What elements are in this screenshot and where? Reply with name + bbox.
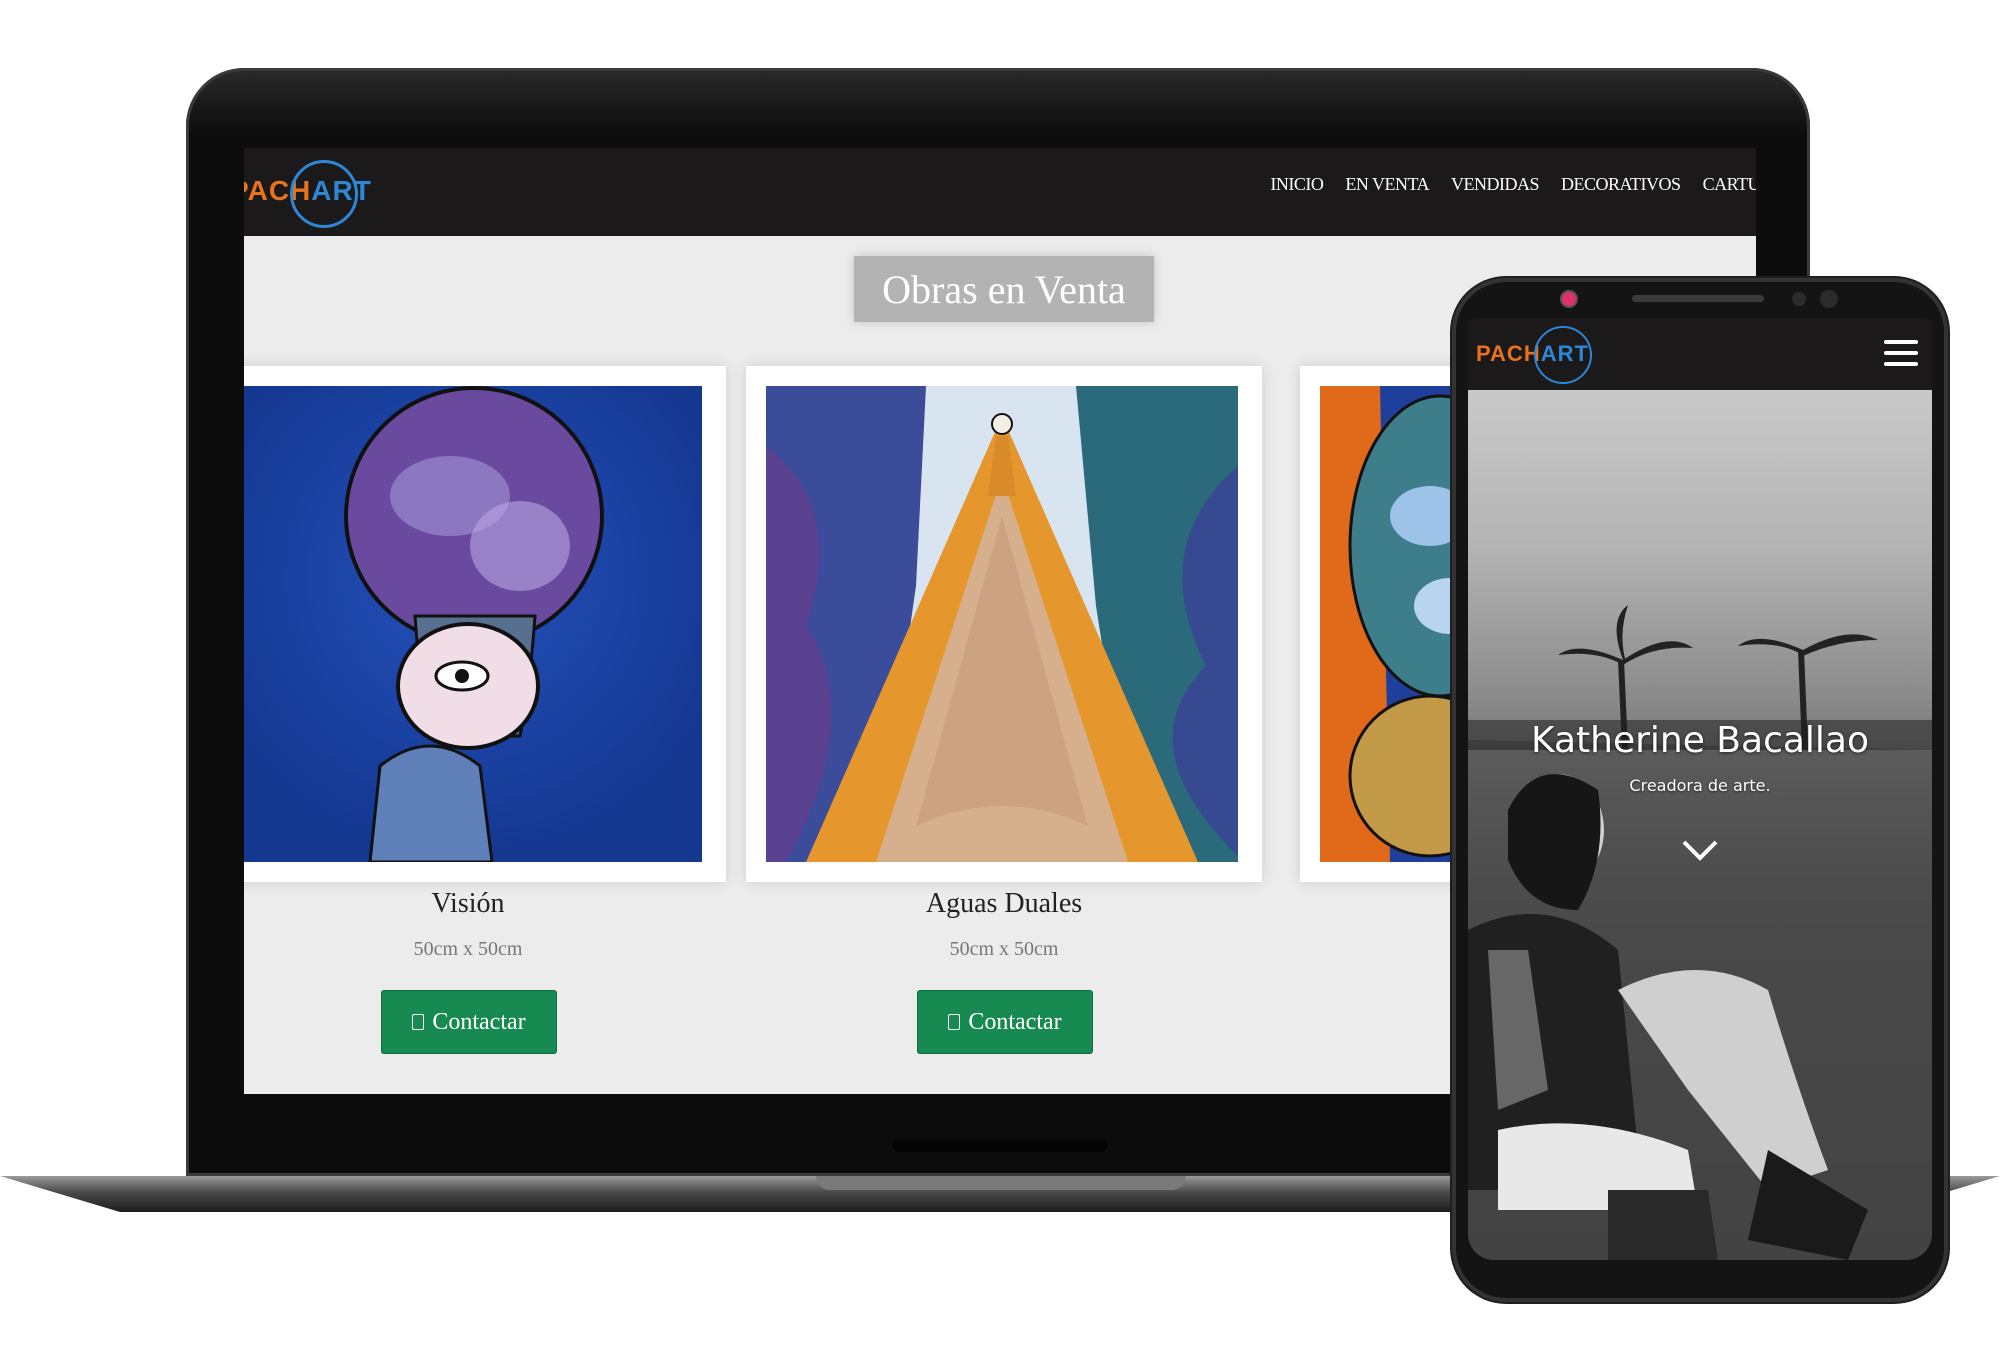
laptop-hinge [892,1140,1108,1152]
nav-link-cartu[interactable]: Cartu [1703,174,1756,195]
nav-link-inicio[interactable]: Inicio [1270,174,1324,195]
hero-photo [1468,390,1932,1260]
hero-name: Katherine Bacallao [1530,720,1870,761]
hamburger-icon[interactable] [1884,340,1918,373]
section-title: Obras en Venta [854,256,1154,322]
contact-button-vision[interactable]: Contactar [381,990,557,1054]
mobile-site-logo[interactable]: PACH ART [1476,326,1592,384]
logo-ring [1534,326,1592,384]
artwork-image-vision[interactable] [244,386,702,862]
chevron-down-icon[interactable] [1680,834,1720,864]
desktop-navbar: PACHART Inicio En Venta Vendidas Decorat… [244,148,1756,236]
hero-subtitle: Creadora de arte. [1629,776,1771,795]
nav-link-decorativos[interactable]: Decorativos [1561,174,1681,195]
whatsapp-icon [948,1014,961,1030]
sensor-dot [1820,290,1838,308]
artwork-image-aguas-duales[interactable] [766,386,1238,862]
product-title-aguas-duales: Aguas Duales [925,888,1083,919]
nav-link-en-venta[interactable]: En Venta [1345,174,1429,195]
contact-button-label: Contactar [432,1008,526,1035]
product-title-vision: Visión [431,888,505,919]
product-card-vision[interactable] [244,366,726,882]
phone-speaker [1632,295,1764,302]
sensor-dot [1792,292,1806,306]
product-card-aguas-duales[interactable] [746,366,1262,882]
mobile-navbar: PACH ART [1468,318,1932,390]
logo-text-pach: PACH [1476,341,1541,366]
whatsapp-icon [412,1014,425,1030]
camera-icon [1562,292,1576,306]
logo-ring [290,160,358,228]
mobile-website: PACH ART Katherine Bacallao Creadora de … [1468,318,1932,1260]
nav-link-vendidas[interactable]: Vendidas [1451,174,1540,195]
laptop-notch [816,1176,1186,1190]
nav-links: Inicio En Venta Vendidas Decorativos Car… [1270,174,1756,195]
product-size-vision: 50cm x 50cm [413,938,523,960]
contact-button-aguas-duales[interactable]: Contactar [917,990,1093,1054]
site-logo[interactable]: PACHART [244,160,372,228]
product-size-aguas-duales: 50cm x 50cm [949,938,1059,960]
contact-button-label: Contactar [968,1008,1062,1035]
